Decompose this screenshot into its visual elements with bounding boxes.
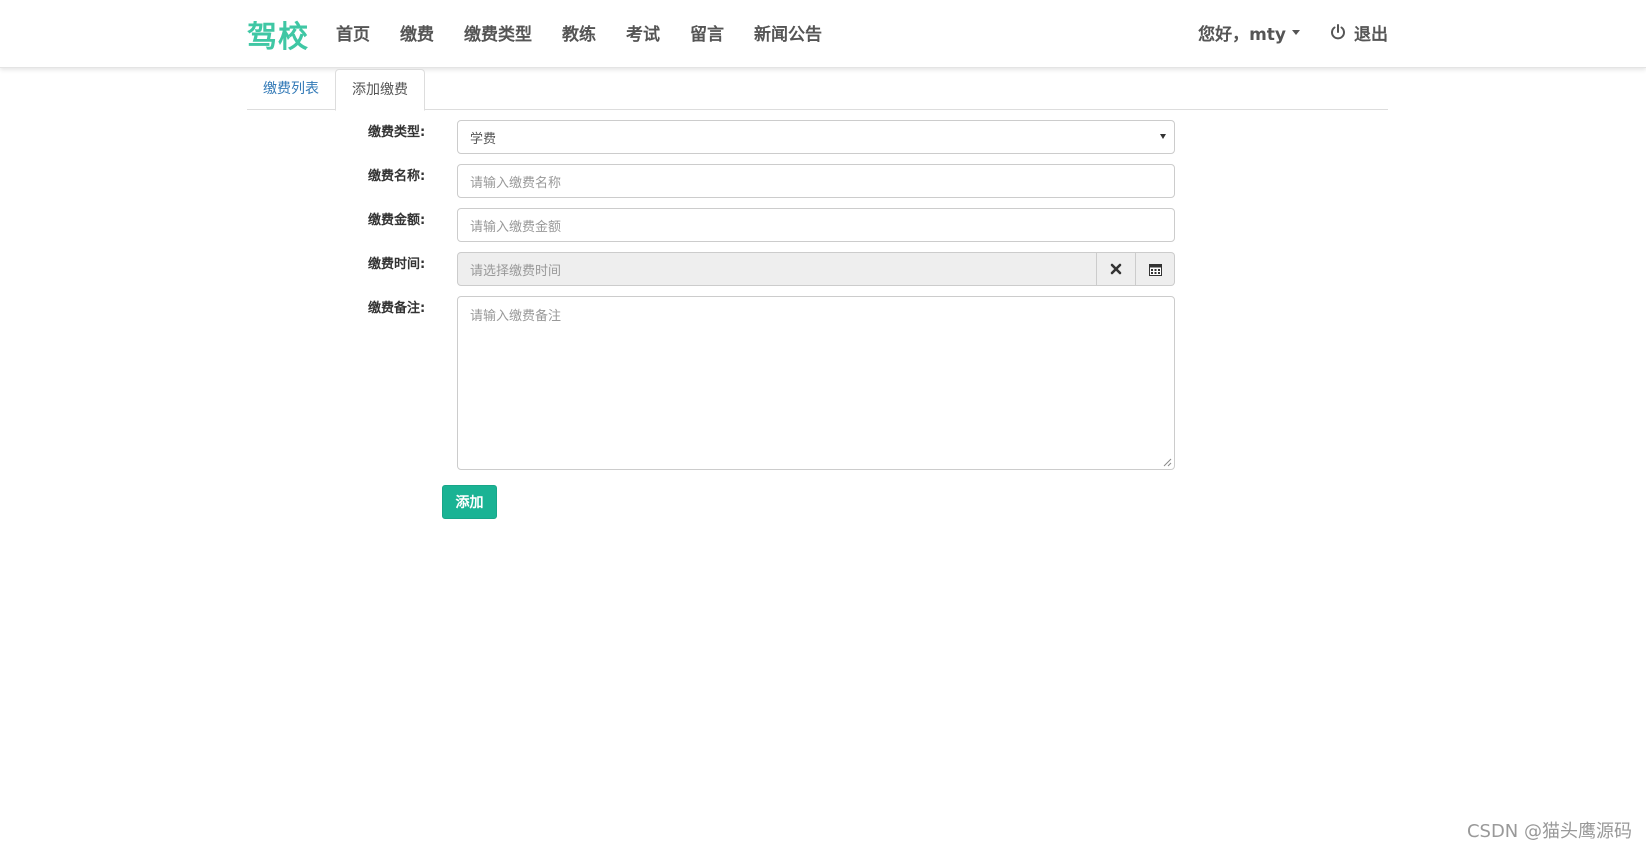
clear-date-button[interactable]: [1097, 252, 1136, 286]
brand-logo[interactable]: 驾校: [247, 12, 309, 56]
calendar-icon: [1148, 263, 1162, 276]
add-button[interactable]: 添加: [442, 485, 497, 519]
payment-name-input[interactable]: 请输入缴费名称: [457, 164, 1175, 198]
nav-menu: 首页 缴费 缴费类型 教练 考试 留言 新闻公告: [336, 20, 852, 45]
user-greeting: 您好，mty: [1198, 25, 1286, 45]
csdn-watermark: CSDN @猫头鹰源码: [1466, 821, 1632, 842]
open-calendar-button[interactable]: [1136, 252, 1175, 286]
user-area: 您好，mty 退出: [1198, 20, 1388, 45]
tab-add-payment[interactable]: 添加缴费: [335, 69, 425, 111]
power-icon: [1331, 24, 1345, 40]
resize-grip-icon[interactable]: [1163, 458, 1172, 467]
payment-name-label: 缴费名称:: [368, 169, 426, 184]
select-arrow-icon: [1160, 134, 1166, 139]
payment-time-label: 缴费时间:: [368, 257, 426, 272]
tab-bar: 缴费列表 添加缴费: [247, 69, 1388, 111]
payment-remark-placeholder: 请输入缴费备注: [470, 309, 562, 324]
nav-item-coach[interactable]: 教练: [562, 20, 596, 45]
nav-item-payment[interactable]: 缴费: [400, 20, 434, 45]
nav-item-exam[interactable]: 考试: [626, 20, 660, 45]
logout-label: 退出: [1354, 25, 1388, 45]
payment-remark-label: 缴费备注:: [368, 301, 426, 316]
top-navbar: 驾校 首页 缴费 缴费类型 教练 考试 留言 新闻公告 您好，mty 退出: [0, 0, 1646, 68]
payment-time-input[interactable]: 请选择缴费时间: [457, 252, 1097, 286]
logout-button[interactable]: 退出: [1330, 20, 1388, 45]
payment-time-group: 请选择缴费时间: [457, 252, 1175, 286]
nav-item-home[interactable]: 首页: [336, 20, 370, 45]
tab-payment-list[interactable]: 缴费列表: [247, 69, 335, 110]
nav-item-message[interactable]: 留言: [690, 20, 724, 45]
payment-amount-input[interactable]: 请输入缴费金额: [457, 208, 1175, 242]
payment-type-select[interactable]: 学费: [457, 120, 1175, 154]
payment-time-placeholder: 请选择缴费时间: [470, 263, 562, 279]
payment-type-value: 学费: [470, 131, 497, 147]
nav-item-payment-type[interactable]: 缴费类型: [464, 20, 532, 45]
payment-remark-textarea[interactable]: 请输入缴费备注: [457, 296, 1175, 470]
payment-type-label: 缴费类型:: [368, 125, 426, 140]
caret-down-icon: [1292, 30, 1300, 35]
payment-amount-placeholder: 请输入缴费金额: [470, 219, 562, 235]
close-icon: [1110, 263, 1122, 275]
nav-item-news[interactable]: 新闻公告: [754, 20, 822, 45]
user-menu-toggle[interactable]: 您好，mty: [1198, 20, 1300, 45]
payment-name-placeholder: 请输入缴费名称: [470, 175, 562, 191]
payment-amount-label: 缴费金额:: [368, 213, 426, 228]
